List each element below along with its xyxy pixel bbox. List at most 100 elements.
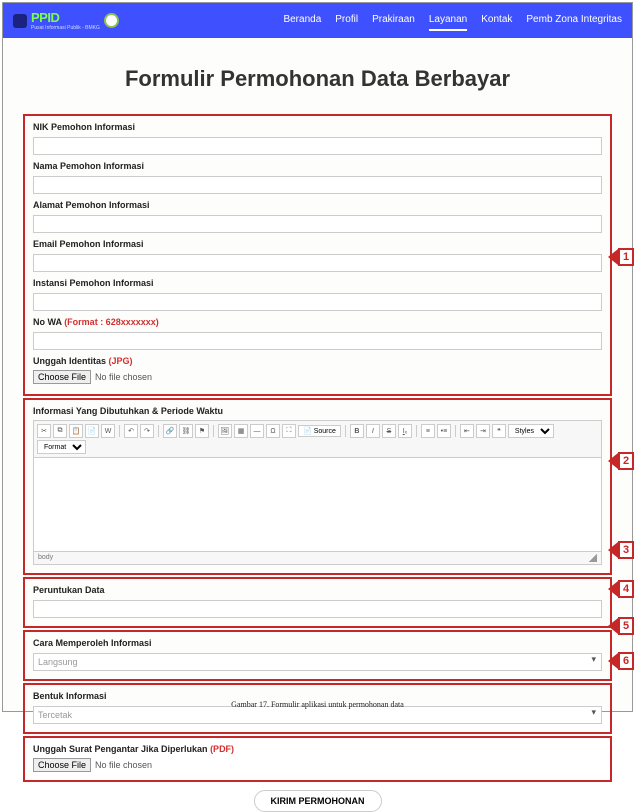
rte-toolbar: ✂ ⧉ 📋 📄 W ↶ ↷ 🔗 ⛓ ⚑ 🖼 ▦ ― Ω ⛶ 📄 Source xyxy=(33,420,602,457)
rte-footer: body xyxy=(33,552,602,565)
numbered-list-icon[interactable]: ≡ xyxy=(421,424,435,438)
annotation-5: 5 xyxy=(608,617,634,635)
resize-handle-icon[interactable] xyxy=(589,554,597,562)
section-peruntukan: Peruntukan Data xyxy=(23,577,612,628)
annotation-number: 6 xyxy=(618,652,634,670)
paste-icon[interactable]: 📋 xyxy=(69,424,83,438)
wa-input[interactable] xyxy=(33,332,602,350)
annotation-3: 3 xyxy=(608,541,634,559)
brand: PPID Pusat Informasi Publik - BMKG xyxy=(13,10,119,31)
separator-icon xyxy=(213,425,214,437)
brand-text: PPID xyxy=(31,10,100,25)
anchor-icon[interactable]: ⚑ xyxy=(195,424,209,438)
indent-icon[interactable]: ⇥ xyxy=(476,424,490,438)
wa-label: No WA (Format : 628xxxxxxx) xyxy=(33,317,602,327)
nav-link-profil[interactable]: Profil xyxy=(335,10,358,31)
surat-label-text: Unggah Surat Pengantar Jika Diperlukan xyxy=(33,744,208,754)
cut-icon[interactable]: ✂ xyxy=(37,424,51,438)
outdent-icon[interactable]: ⇤ xyxy=(460,424,474,438)
pointer-icon xyxy=(608,249,618,265)
section-surat: Unggah Surat Pengantar Jika Diperlukan (… xyxy=(23,736,612,782)
blockquote-icon[interactable]: ❝ xyxy=(492,424,506,438)
peruntukan-label: Peruntukan Data xyxy=(33,585,602,595)
unggah-id-label-text: Unggah Identitas xyxy=(33,356,106,366)
alamat-input[interactable] xyxy=(33,215,602,233)
separator-icon xyxy=(345,425,346,437)
no-file-surat-text: No file chosen xyxy=(95,760,152,770)
email-label: Email Pemohon Informasi xyxy=(33,239,602,249)
copy-icon[interactable]: ⧉ xyxy=(53,424,67,438)
annotation-4: 4 xyxy=(608,580,634,598)
undo-icon[interactable]: ↶ xyxy=(124,424,138,438)
pointer-icon xyxy=(608,653,618,669)
format-select[interactable]: Format xyxy=(37,440,86,454)
unggah-id-label: Unggah Identitas (JPG) xyxy=(33,356,602,366)
choose-file-surat-button[interactable]: Choose File xyxy=(33,758,91,772)
styles-select[interactable]: Styles xyxy=(508,424,554,438)
nik-label: NIK Pemohon Informasi xyxy=(33,122,602,132)
annotation-2: 2 xyxy=(608,452,634,470)
annotation-number: 3 xyxy=(618,541,634,559)
separator-icon xyxy=(455,425,456,437)
no-file-id-text: No file chosen xyxy=(95,372,152,382)
section-informasi: Informasi Yang Dibutuhkan & Periode Wakt… xyxy=(23,398,612,575)
pointer-icon xyxy=(608,542,618,558)
strike-icon[interactable]: S xyxy=(382,424,396,438)
pointer-icon xyxy=(608,618,618,634)
cara-select[interactable]: Langsung xyxy=(33,653,602,671)
nav-link-zona[interactable]: Pemb Zona Integritas xyxy=(526,10,622,31)
nav-link-layanan[interactable]: Layanan xyxy=(429,10,467,31)
brand-badge-icon xyxy=(13,14,27,28)
nav-links: Beranda Profil Prakiraan Layanan Kontak … xyxy=(283,10,622,31)
annotation-number: 4 xyxy=(618,580,634,598)
nav-link-beranda[interactable]: Beranda xyxy=(283,10,321,31)
annotation-1: 1 xyxy=(608,248,634,266)
hr-icon[interactable]: ― xyxy=(250,424,264,438)
paste-text-icon[interactable]: 📄 xyxy=(85,424,99,438)
annotation-6: 6 xyxy=(608,652,634,670)
email-input[interactable] xyxy=(33,254,602,272)
remove-format-icon[interactable]: Iₓ xyxy=(398,424,412,438)
nav-link-prakiraan[interactable]: Prakiraan xyxy=(372,10,415,31)
wa-label-text: No WA xyxy=(33,317,62,327)
italic-icon[interactable]: I xyxy=(366,424,380,438)
annotation-number: 5 xyxy=(618,617,634,635)
nav-link-kontak[interactable]: Kontak xyxy=(481,10,512,31)
nik-input[interactable] xyxy=(33,137,602,155)
section-identitas: NIK Pemohon Informasi Nama Pemohon Infor… xyxy=(23,114,612,396)
separator-icon xyxy=(416,425,417,437)
alamat-label: Alamat Pemohon Informasi xyxy=(33,200,602,210)
pointer-icon xyxy=(608,581,618,597)
link-icon[interactable]: 🔗 xyxy=(163,424,177,438)
navbar: PPID Pusat Informasi Publik - BMKG Beran… xyxy=(3,3,632,38)
unlink-icon[interactable]: ⛓ xyxy=(179,424,193,438)
nama-input[interactable] xyxy=(33,176,602,194)
separator-icon xyxy=(119,425,120,437)
maximize-icon[interactable]: ⛶ xyxy=(282,424,296,438)
image-icon[interactable]: 🖼 xyxy=(218,424,232,438)
special-char-icon[interactable]: Ω xyxy=(266,424,280,438)
nama-label: Nama Pemohon Informasi xyxy=(33,161,602,171)
figure-caption: Gambar 17. Formulir aplikasi untuk permo… xyxy=(3,700,632,709)
bold-icon[interactable]: B xyxy=(350,424,364,438)
source-button[interactable]: 📄 Source xyxy=(298,425,341,437)
paste-word-icon[interactable]: W xyxy=(101,424,115,438)
annotation-number: 1 xyxy=(618,248,634,266)
surat-hint: (PDF) xyxy=(210,744,234,754)
instansi-label: Instansi Pemohon Informasi xyxy=(33,278,602,288)
table-icon[interactable]: ▦ xyxy=(234,424,248,438)
choose-file-id-button[interactable]: Choose File xyxy=(33,370,91,384)
bullet-list-icon[interactable]: •≡ xyxy=(437,424,451,438)
annotation-number: 2 xyxy=(618,452,634,470)
pointer-icon xyxy=(608,453,618,469)
page-title: Formulir Permohonan Data Berbayar xyxy=(3,66,632,92)
rte-path: body xyxy=(38,554,53,562)
redo-icon[interactable]: ↷ xyxy=(140,424,154,438)
submit-button[interactable]: KIRIM PERMOHONAN xyxy=(254,790,382,812)
section-cara: Cara Memperoleh Informasi Langsung xyxy=(23,630,612,681)
cara-label: Cara Memperoleh Informasi xyxy=(33,638,602,648)
instansi-input[interactable] xyxy=(33,293,602,311)
peruntukan-input[interactable] xyxy=(33,600,602,618)
wa-hint: (Format : 628xxxxxxx) xyxy=(64,317,159,327)
rte-editor[interactable] xyxy=(33,457,602,552)
